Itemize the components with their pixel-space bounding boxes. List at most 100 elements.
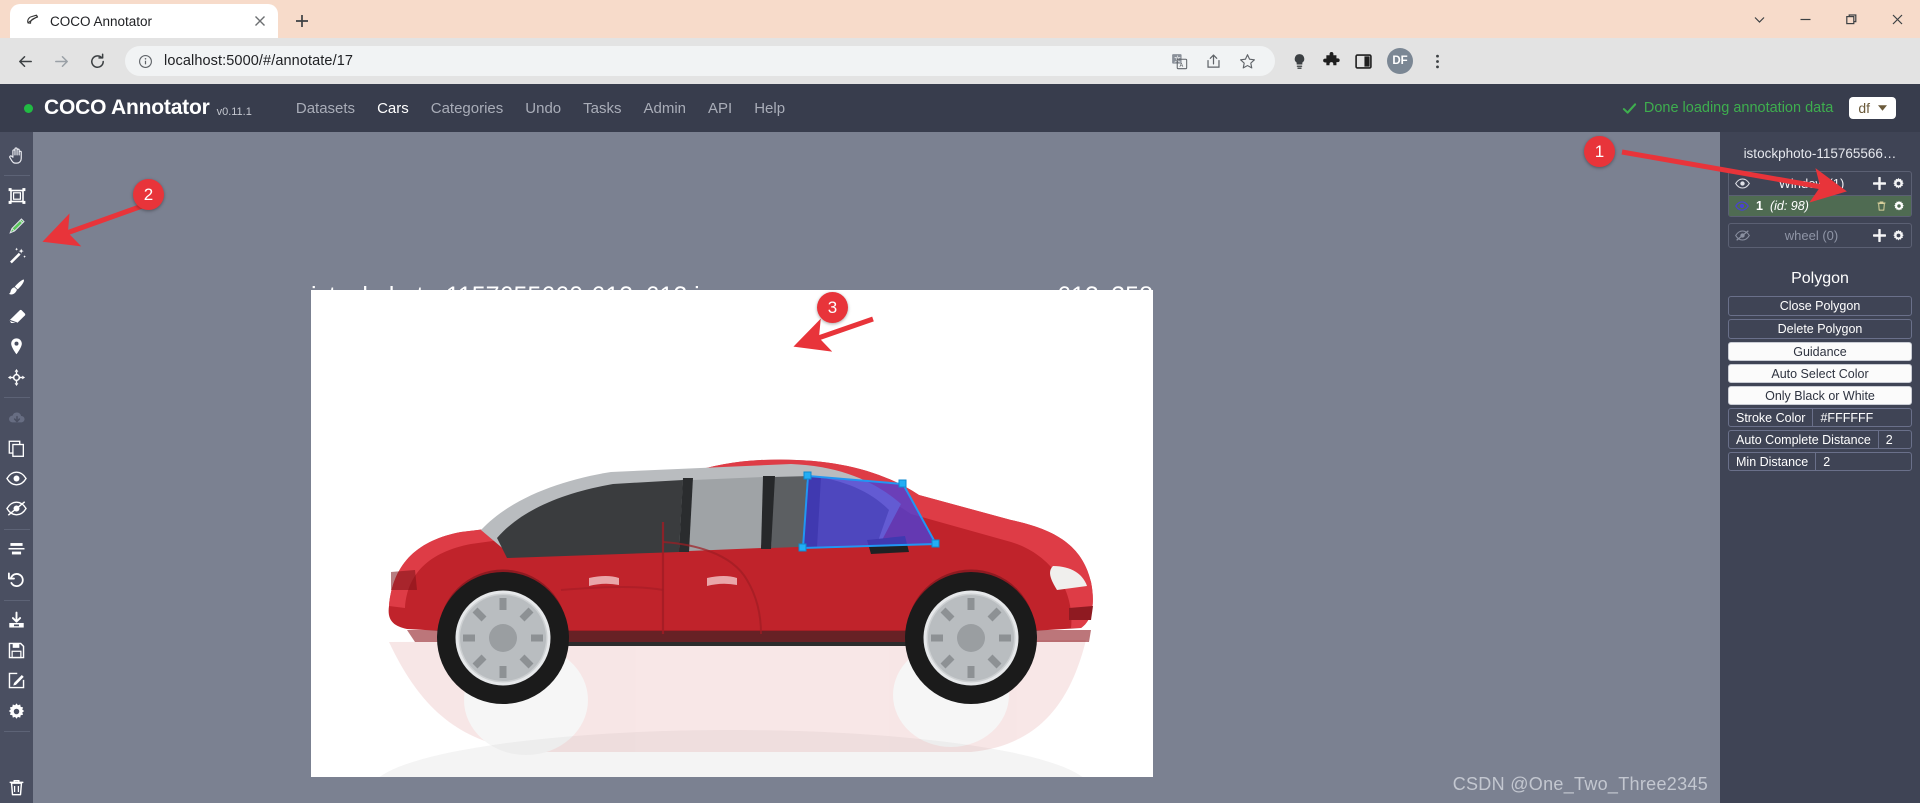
add-annotation-plus-button[interactable] (1873, 177, 1886, 190)
user-dropdown[interactable]: df (1849, 97, 1896, 119)
watermark: CSDN @One_Two_Three2345 (1452, 774, 1708, 794)
callout-marker-3: 3 (817, 292, 848, 323)
svg-text:A: A (1179, 62, 1183, 68)
extensions-puzzle-icon[interactable] (1316, 46, 1346, 76)
close-icon[interactable] (251, 13, 268, 30)
browser-toolbar: localhost:5000/#/annotate/17 文 A DF (0, 38, 1920, 84)
min-distance-value[interactable]: 2 (1816, 453, 1911, 470)
new-tab-button[interactable] (287, 6, 317, 36)
nav-link-help[interactable]: Help (754, 100, 785, 117)
back-arrow-icon[interactable] (8, 44, 42, 78)
translate-icon[interactable]: 文 A (1164, 46, 1194, 76)
nav-link-undo[interactable]: Undo (525, 100, 561, 117)
browser-tabstrip: COCO Annotator (0, 0, 1920, 38)
eye-icon[interactable] (1735, 178, 1750, 189)
category-window-header[interactable]: Window (1) (1729, 172, 1911, 195)
category-window: Window (1) 1 (id: 98) (1728, 171, 1912, 217)
nav-link-datasets[interactable]: Datasets (296, 100, 355, 117)
eye-slash-icon[interactable] (0, 493, 33, 523)
user-dropdown-label: df (1858, 100, 1870, 116)
nav-link-admin[interactable]: Admin (643, 100, 686, 117)
rail-divider (3, 528, 30, 530)
nav-link-tasks[interactable]: Tasks (583, 100, 621, 117)
address-bar[interactable]: localhost:5000/#/annotate/17 文 A (125, 46, 1275, 76)
forward-arrow-icon[interactable] (44, 44, 78, 78)
annotation-settings-gear-icon[interactable] (1893, 200, 1905, 212)
min-distance-field[interactable]: Min Distance 2 (1728, 452, 1912, 471)
eye-icon[interactable] (0, 463, 33, 493)
auto-complete-distance-label: Auto Complete Distance (1729, 431, 1879, 448)
status-badge: Done loading annotation data (1622, 100, 1833, 116)
crosshair-arrows-icon[interactable] (0, 362, 33, 392)
lightbulb-icon[interactable] (1284, 46, 1314, 76)
share-icon[interactable] (1198, 46, 1228, 76)
align-center-icon[interactable] (0, 534, 33, 564)
magic-wand-tool[interactable] (0, 241, 33, 271)
eye-slash-icon[interactable] (1735, 230, 1750, 241)
panel-filename: istockphoto-115765566… (1743, 146, 1897, 161)
category-window-label: Window (1) (1778, 176, 1845, 191)
pencil-square-icon[interactable] (0, 666, 33, 696)
browser-tab-title: COCO Annotator (50, 13, 153, 29)
auto-select-color-button[interactable]: Auto Select Color (1728, 364, 1912, 383)
bbox-tool[interactable] (0, 181, 33, 211)
profile-avatar[interactable]: DF (1387, 48, 1413, 74)
select-hand-tool[interactable] (0, 140, 33, 170)
star-icon[interactable] (1232, 46, 1262, 76)
trash-icon[interactable] (0, 773, 33, 803)
min-distance-label: Min Distance (1729, 453, 1817, 470)
status-text: Done loading annotation data (1643, 100, 1834, 116)
callout-marker-1: 1 (1584, 136, 1615, 167)
check-icon (1622, 101, 1637, 116)
stroke-color-value[interactable]: #FFFFFF (1813, 409, 1911, 426)
annotation-visibility-eye-icon[interactable] (1735, 201, 1749, 211)
minimize-icon[interactable] (1782, 0, 1828, 38)
rail-divider (3, 175, 30, 176)
nav-link-cars[interactable]: Cars (377, 100, 409, 117)
only-black-or-white-button[interactable]: Only Black or White (1728, 386, 1912, 405)
callout-marker-2: 2 (133, 179, 164, 210)
category-settings-gear-icon[interactable] (1892, 177, 1905, 190)
nav-link-api[interactable]: API (708, 100, 732, 117)
guidance-button[interactable]: Guidance (1728, 342, 1912, 361)
add-annotation-plus-button-wheel[interactable] (1873, 229, 1886, 242)
app-brand[interactable]: COCO Annotator (44, 96, 210, 120)
restore-icon[interactable] (1828, 0, 1874, 38)
sidepanel-icon[interactable] (1348, 46, 1378, 76)
window-close-icon[interactable] (1874, 0, 1920, 38)
nav-link-categories[interactable]: Categories (431, 100, 504, 117)
chevron-down-icon[interactable] (1736, 0, 1782, 38)
online-status-dot (24, 103, 33, 113)
floppy-save-icon[interactable] (0, 636, 33, 666)
annotated-image[interactable] (311, 290, 1153, 777)
delete-polygon-button[interactable]: Delete Polygon (1728, 319, 1912, 339)
polygon-tool[interactable] (0, 211, 33, 241)
annotation-canvas[interactable]: istockphoto-1157655660-612x612.jpg 612x3… (33, 132, 1720, 803)
reload-icon[interactable] (80, 44, 114, 78)
auto-complete-distance-field[interactable]: Auto Complete Distance 2 (1728, 430, 1912, 449)
address-bar-url: localhost:5000/#/annotate/17 (164, 53, 354, 69)
stroke-color-field[interactable]: Stroke Color #FFFFFF (1728, 408, 1912, 427)
undo-arrow-icon[interactable] (0, 564, 33, 594)
copy-icon[interactable] (0, 433, 33, 463)
annotation-row[interactable]: 1 (id: 98) (1729, 195, 1911, 216)
annotation-id: (id: 98) (1769, 199, 1809, 213)
category-wheel-header[interactable]: wheel (0) (1729, 224, 1911, 247)
map-marker-icon[interactable] (0, 332, 33, 362)
caret-down-icon (1878, 105, 1887, 111)
brush-tool[interactable] (0, 271, 33, 301)
info-circle-icon[interactable] (138, 54, 153, 69)
cloud-download-icon[interactable] (0, 403, 33, 433)
tool-section-title: Polygon (1791, 270, 1849, 287)
gear-icon[interactable] (0, 696, 33, 726)
category-settings-gear-icon-wheel[interactable] (1892, 229, 1905, 242)
three-dot-menu-icon[interactable] (1422, 46, 1452, 76)
app-body: istockphoto-1157655660-612x612.jpg 612x3… (0, 132, 1920, 803)
download-tray-icon[interactable] (0, 605, 33, 635)
browser-tab[interactable]: COCO Annotator (10, 4, 278, 38)
eraser-tool[interactable] (0, 302, 33, 332)
close-polygon-button[interactable]: Close Polygon (1728, 296, 1912, 316)
stroke-color-label: Stroke Color (1729, 409, 1814, 426)
auto-complete-distance-value[interactable]: 2 (1879, 431, 1911, 448)
annotation-delete-trash-icon[interactable] (1876, 200, 1887, 212)
